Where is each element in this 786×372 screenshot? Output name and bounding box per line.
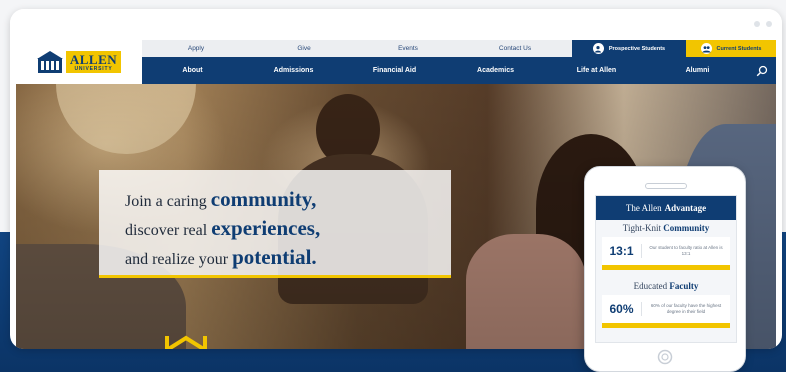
nav-life-at-allen[interactable]: Life at Allen	[546, 67, 647, 74]
phone-home-button	[652, 348, 678, 366]
tagline-emphasis: experiences	[211, 216, 315, 240]
faculty-stat: 60% 60% of our faculty have the highest …	[602, 295, 730, 323]
advantage-header-emphasis: Advantage	[664, 203, 707, 213]
faculty-bar	[602, 323, 730, 328]
current-students-button[interactable]: Current Students	[686, 40, 776, 57]
tagline-line-1: Join a caring community,	[125, 186, 451, 215]
community-title-emphasis: Community	[663, 223, 710, 233]
tagline-emphasis: community	[210, 187, 312, 211]
ratio-description: Our student to faculty ratio at Allen is…	[649, 245, 723, 256]
current-students-label: Current Students	[716, 45, 762, 52]
building-icon	[36, 51, 63, 73]
faculty-title: Educated Faculty	[596, 278, 736, 295]
chevron-icon	[165, 335, 207, 349]
advantage-header-text: The Allen	[625, 203, 662, 213]
community-title-text: Tight-Knit	[622, 223, 661, 233]
nav-academics[interactable]: Academics	[445, 67, 546, 74]
ratio-value: 13:1	[602, 244, 642, 258]
tagline-emphasis: potential	[232, 245, 312, 269]
user-icon	[592, 43, 604, 54]
advantage-header: The Allen Advantage	[596, 196, 736, 220]
nav-alumni[interactable]: Alumni	[647, 67, 748, 74]
users-icon	[700, 43, 712, 54]
tagline-punct: ,	[311, 187, 317, 211]
tagline-text: and realize your	[125, 251, 233, 268]
utility-nav: Apply Give Events Contact Us Prospective…	[142, 40, 776, 57]
browser-dot	[754, 21, 760, 27]
tagline-line-2: discover real experiences,	[125, 215, 451, 244]
nav-financial-aid[interactable]: Financial Aid	[344, 67, 445, 74]
util-link-contact[interactable]: Contact Us	[458, 40, 572, 57]
allen-logo[interactable]: ALLEN UNIVERSITY	[36, 50, 122, 74]
faculty-title-emphasis: Faculty	[669, 281, 699, 291]
logo-wordmark: ALLEN UNIVERSITY	[65, 51, 122, 73]
tagline-text: discover real	[125, 222, 212, 239]
community-title: Tight-Knit Community	[596, 220, 736, 237]
tagline-punct: ,	[314, 216, 321, 240]
nav-admissions[interactable]: Admissions	[243, 67, 344, 74]
util-link-apply[interactable]: Apply	[142, 40, 250, 57]
browser-dot	[766, 21, 772, 27]
logo-name: ALLEN	[69, 52, 118, 67]
faculty-title-text: Educated	[633, 281, 668, 291]
faculty-value: 60%	[602, 302, 642, 316]
tagline-punct: .	[311, 245, 317, 269]
logo-area[interactable]: ALLEN UNIVERSITY	[16, 40, 142, 84]
phone-screen: The Allen Advantage Tight-Knit Community…	[595, 195, 737, 343]
prospective-students-button[interactable]: Prospective Students	[572, 40, 686, 57]
search-icon	[756, 65, 768, 76]
hero-tagline-box: Join a caring community, discover real e…	[99, 170, 451, 278]
ratio-stat: 13:1 Our student to faculty ratio at All…	[602, 237, 730, 265]
tagline-text: Join a caring	[125, 193, 211, 210]
search-button[interactable]	[748, 57, 776, 84]
logo-subtitle: UNIVERSITY	[74, 66, 113, 72]
prospective-students-label: Prospective Students	[608, 45, 666, 52]
faculty-description: 60% of our faculty have the highest degr…	[650, 303, 722, 314]
util-link-give[interactable]: Give	[250, 40, 358, 57]
home-button-icon	[657, 349, 673, 365]
phone-mockup: The Allen Advantage Tight-Knit Community…	[584, 166, 746, 372]
tagline-line-3: and realize your potential.	[125, 244, 451, 273]
util-link-events[interactable]: Events	[358, 40, 458, 57]
nav-about[interactable]: About	[142, 67, 243, 74]
main-nav: About Admissions Financial Aid Academics…	[142, 57, 776, 84]
browser-toolbar	[10, 9, 782, 39]
phone-speaker	[645, 183, 687, 189]
